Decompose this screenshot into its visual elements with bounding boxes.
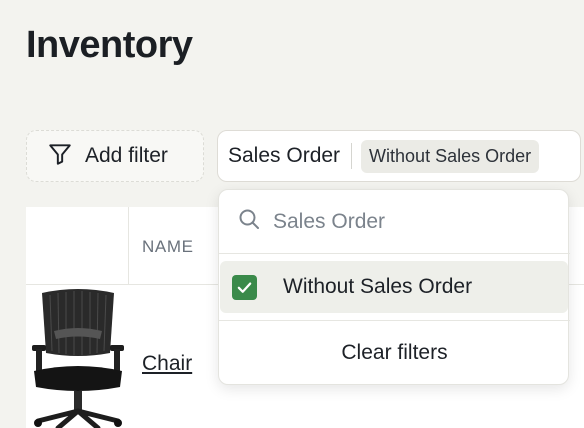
option-checkbox[interactable] [232,274,257,300]
clear-filters-button[interactable]: Clear filters [219,328,570,378]
item-name-link[interactable]: Chair [142,352,192,376]
dropdown-divider [219,320,570,321]
dropdown-search [219,190,570,254]
filter-value-badge: Without Sales Order [361,139,540,173]
search-icon [237,207,261,236]
column-divider [128,207,129,285]
option-without-sales-order[interactable]: Without Sales Order [220,261,568,313]
add-filter-button[interactable]: Add filter [26,130,204,182]
chip-divider [351,143,353,169]
column-header-name[interactable]: NAME [142,237,194,257]
active-filter-chip[interactable]: Sales Order Without Sales Order [217,130,581,182]
add-filter-label: Add filter [85,144,168,167]
filter-field-label: Sales Order [228,144,341,167]
funnel-icon [47,141,73,172]
option-label: Without Sales Order [283,275,473,298]
dropdown-search-input[interactable] [273,209,553,234]
check-icon [237,281,252,293]
page-title: Inventory [26,24,193,66]
office-chair-photo [28,287,128,428]
filter-dropdown: Without Sales Order Clear filters [218,189,570,385]
inventory-page: Inventory Add filter Sales Order Without… [0,0,584,428]
